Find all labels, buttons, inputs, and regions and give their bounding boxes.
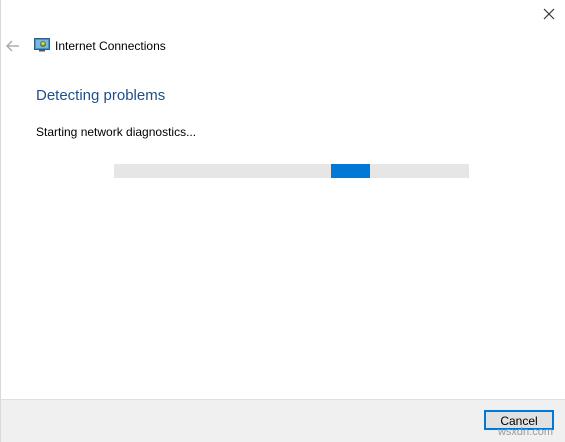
back-button[interactable] <box>6 38 20 54</box>
progress-indicator <box>331 164 370 178</box>
window-title: Internet Connections <box>55 39 166 53</box>
status-message: Starting network diagnostics... <box>36 125 197 139</box>
title-bar: Internet Connections <box>1 36 565 58</box>
close-icon <box>543 8 555 20</box>
network-troubleshooter-icon <box>34 38 50 52</box>
close-button[interactable] <box>541 6 557 22</box>
back-arrow-icon <box>6 40 19 52</box>
page-heading: Detecting problems <box>36 87 166 104</box>
watermark-text: wsxdn.com <box>497 426 553 438</box>
progress-bar <box>114 164 469 178</box>
troubleshooter-window: Internet Connections Detecting problems … <box>0 0 565 442</box>
footer-bar: Cancel wsxdn.com <box>1 399 565 442</box>
